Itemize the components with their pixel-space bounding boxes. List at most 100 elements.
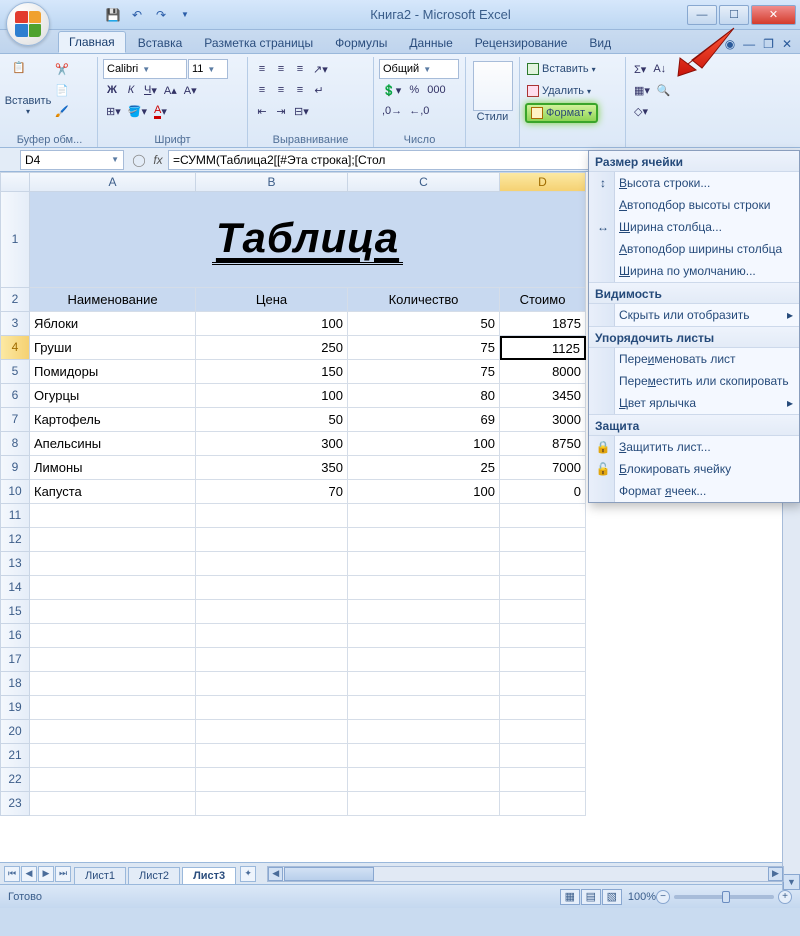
insert-cells-button[interactable]: Вставить ▾ [525,59,598,79]
cell[interactable]: 1875 [500,312,586,336]
cell[interactable] [30,576,196,600]
cell[interactable]: 150 [196,360,348,384]
col-header-b[interactable]: B [196,172,348,192]
zoom-in-icon[interactable]: + [778,890,792,904]
cell[interactable]: 7000 [500,456,586,480]
cell[interactable] [196,768,348,792]
cell[interactable]: Яблоки [30,312,196,336]
cell[interactable] [30,696,196,720]
cell[interactable] [196,720,348,744]
dropdown-item[interactable]: 🔓Блокировать ячейку [589,458,799,480]
dropdown-item[interactable]: ↔Ширина столбца... [589,216,799,238]
cell[interactable]: 3450 [500,384,586,408]
cell[interactable]: 0 [500,480,586,504]
fill-icon[interactable]: ▦▾ [631,80,653,100]
cell[interactable] [348,672,500,696]
copy-icon[interactable]: 📄 [52,80,72,100]
col-header-c[interactable]: C [348,172,500,192]
row-header[interactable]: 4 [0,336,30,360]
cell[interactable] [348,792,500,816]
cell[interactable]: 25 [348,456,500,480]
cell[interactable]: 50 [348,312,500,336]
font-name-combo[interactable]: Calibri▼ [103,59,187,79]
cell[interactable] [30,792,196,816]
close-button[interactable]: ✕ [751,5,796,25]
cell[interactable]: 8750 [500,432,586,456]
cell[interactable]: Помидоры [30,360,196,384]
tab-data[interactable]: Данные [399,33,462,53]
increase-indent-icon[interactable]: ⇥ [272,101,290,121]
find-icon[interactable]: 🔍 [654,80,674,100]
tab-review[interactable]: Рецензирование [465,33,578,53]
cell[interactable] [500,552,586,576]
cell[interactable] [30,672,196,696]
tab-insert[interactable]: Вставка [128,33,193,53]
cell[interactable]: Груши [30,336,196,360]
cell[interactable] [348,576,500,600]
cell[interactable] [500,648,586,672]
save-icon[interactable]: 💾 [104,6,122,24]
decrease-decimal-icon[interactable]: ←,0 [406,101,432,121]
cell[interactable] [500,528,586,552]
cell[interactable] [348,504,500,528]
col-header-a[interactable]: A [30,172,196,192]
cell[interactable] [30,648,196,672]
cell[interactable] [348,696,500,720]
row-header[interactable]: 20 [0,720,30,744]
cell[interactable] [30,528,196,552]
dropdown-item[interactable]: Скрыть или отобразить ▸ [589,304,799,326]
dropdown-item[interactable]: Автоподбор высоты строки [589,194,799,216]
cell[interactable]: 50 [196,408,348,432]
row-header[interactable]: 10 [0,480,30,504]
close-workbook-icon[interactable]: ✕ [782,37,792,51]
cell[interactable]: 100 [348,480,500,504]
cell[interactable] [348,744,500,768]
row-header[interactable]: 17 [0,648,30,672]
dropdown-item[interactable]: ↕Высота строки... [589,172,799,194]
sheet-nav-first-icon[interactable]: ⏮ [4,866,20,882]
format-cells-button[interactable]: Формат ▾ [525,103,598,123]
scroll-down-icon[interactable]: ▼ [783,874,800,890]
row-header[interactable]: 13 [0,552,30,576]
cell[interactable]: 1125 [500,336,586,360]
fill-color-icon[interactable]: 🪣▾ [125,101,150,121]
cell[interactable] [196,528,348,552]
dropdown-item[interactable]: Цвет ярлычка ▸ [589,392,799,414]
qat-customize-icon[interactable]: ▼ [176,6,194,24]
cell[interactable]: Капуста [30,480,196,504]
accounting-format-icon[interactable]: 💲▾ [379,80,404,100]
cell[interactable]: 300 [196,432,348,456]
cell[interactable]: Апельсины [30,432,196,456]
row-header[interactable]: 18 [0,672,30,696]
cell[interactable] [348,648,500,672]
tab-formulas[interactable]: Формулы [325,33,397,53]
tab-view[interactable]: Вид [579,33,621,53]
cut-icon[interactable]: ✂️ [52,59,72,79]
cell[interactable]: 80 [348,384,500,408]
cell[interactable] [196,504,348,528]
dropdown-item[interactable]: Формат ячеек... [589,480,799,502]
cell[interactable] [500,504,586,528]
cell[interactable] [500,744,586,768]
dropdown-item[interactable]: Переместить или скопировать [589,370,799,392]
row-header[interactable]: 6 [0,384,30,408]
cell[interactable] [500,624,586,648]
cell[interactable]: 250 [196,336,348,360]
row-header[interactable]: 16 [0,624,30,648]
cell[interactable] [196,672,348,696]
tab-home[interactable]: Главная [58,31,126,53]
cell[interactable]: Количество [348,288,500,312]
office-button[interactable] [6,2,50,46]
cell[interactable] [30,720,196,744]
row-header[interactable]: 15 [0,600,30,624]
cell[interactable] [348,720,500,744]
restore-window-icon[interactable]: ❐ [763,37,774,51]
scroll-right-icon[interactable]: ▶ [768,867,783,881]
tab-page-layout[interactable]: Разметка страницы [194,33,323,53]
align-bottom-icon[interactable]: ≡ [291,59,309,79]
cell[interactable]: Цена [196,288,348,312]
row-header[interactable]: 3 [0,312,30,336]
cell[interactable] [500,576,586,600]
row-header[interactable]: 21 [0,744,30,768]
dropdown-item[interactable]: 🔒Защитить лист... [589,436,799,458]
